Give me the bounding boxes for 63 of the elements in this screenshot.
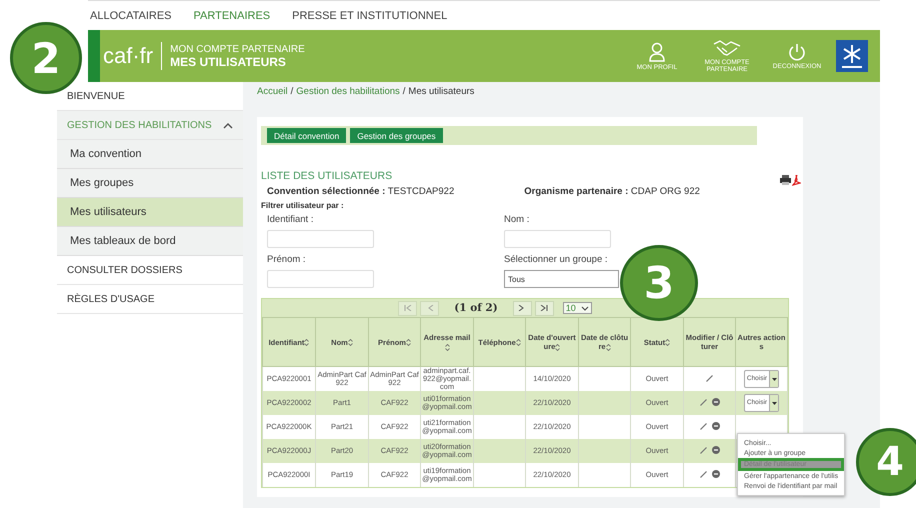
- power-icon: [788, 42, 806, 60]
- page-title: MES UTILISATEURS: [170, 54, 287, 68]
- input-field[interactable]: [267, 230, 374, 248]
- input-field[interactable]: [504, 230, 611, 248]
- breadcrumb-link[interactable]: Accueil: [257, 86, 288, 97]
- sort-icon: [555, 344, 560, 351]
- sort-icon: [444, 344, 450, 351]
- chevron-icon: [223, 122, 233, 128]
- first-icon: [404, 305, 412, 311]
- nav-link[interactable]: PARTENAIRES: [194, 10, 270, 22]
- last-page-button[interactable]: [534, 300, 554, 316]
- next-page-button[interactable]: [512, 300, 532, 316]
- field-label: Identifiant :: [267, 214, 314, 225]
- chevron-icon: [580, 306, 589, 310]
- snowflake-logo[interactable]: [836, 40, 868, 72]
- group-select[interactable]: Tous: [504, 270, 619, 288]
- convention-info: Convention sélectionnée : TESTCDAP922: [267, 186, 454, 197]
- sort-icon: [406, 339, 411, 346]
- edit-icon[interactable]: [700, 470, 706, 478]
- handshake-icon: [713, 39, 741, 57]
- nav-link[interactable]: ALLOCATAIRES: [90, 10, 172, 22]
- sort-icon: [516, 339, 521, 346]
- next-icon: [518, 305, 526, 311]
- close-circle-icon[interactable]: [712, 422, 720, 430]
- sort-icon: [304, 339, 310, 346]
- dropdown-arrow-icon: [772, 378, 777, 380]
- sidebar-item[interactable]: Ma convention: [57, 140, 243, 169]
- last-icon: [540, 305, 548, 311]
- sort-icon: [606, 344, 611, 351]
- field-label: Nom :: [504, 214, 530, 225]
- header-subtitle: MON COMPTE PARTENAIRE: [170, 44, 305, 54]
- user-icon: [648, 42, 666, 62]
- close-circle-icon[interactable]: [712, 470, 720, 478]
- pdf-icon[interactable]: [792, 175, 801, 186]
- sort-icon: [665, 339, 670, 346]
- edit-icon[interactable]: [700, 446, 706, 454]
- sidebar-item[interactable]: Mes groupes: [57, 169, 243, 198]
- page-size-select[interactable]: 10: [562, 302, 592, 314]
- edit-icon[interactable]: [700, 422, 706, 430]
- previous-icon: [426, 305, 434, 311]
- close-circle-icon[interactable]: [712, 446, 720, 454]
- field-label: Sélectionner un groupe :: [504, 254, 609, 265]
- sort-icon: [348, 339, 353, 346]
- tab-button[interactable]: Gestion des groupes: [350, 128, 443, 143]
- edit-icon[interactable]: [706, 374, 713, 382]
- input-field[interactable]: [267, 270, 374, 288]
- nav-link[interactable]: PRESSE ET INSTITUTIONNEL: [292, 10, 448, 22]
- section-title: LISTE DES UTILISATEURS: [261, 170, 392, 184]
- page-indicator: (1 of 2): [454, 302, 498, 314]
- breadcrumb-link[interactable]: Gestion des habilitations: [296, 86, 400, 97]
- dropdown-arrow-icon: [772, 402, 777, 404]
- organisme-info: Organisme partenaire : CDAP ORG 922: [524, 186, 700, 197]
- filter-title: Filtrer utilisateur par :: [261, 201, 345, 210]
- edit-icon[interactable]: [700, 398, 706, 406]
- tab-button[interactable]: Détail convention: [267, 128, 346, 143]
- sidebar-item[interactable]: Mes utilisateurs: [57, 198, 243, 227]
- field-label: Prénom :: [267, 254, 307, 265]
- breadcrumb-separator: /: [290, 86, 294, 97]
- breadcrumb-separator: /: [402, 86, 406, 97]
- sidebar-item[interactable]: Mes tableaux de bord: [57, 227, 243, 256]
- breadcrumb-current: Mes utilisateurs: [408, 86, 474, 97]
- printer-icon[interactable]: [780, 175, 791, 185]
- close-circle-icon[interactable]: [712, 398, 720, 406]
